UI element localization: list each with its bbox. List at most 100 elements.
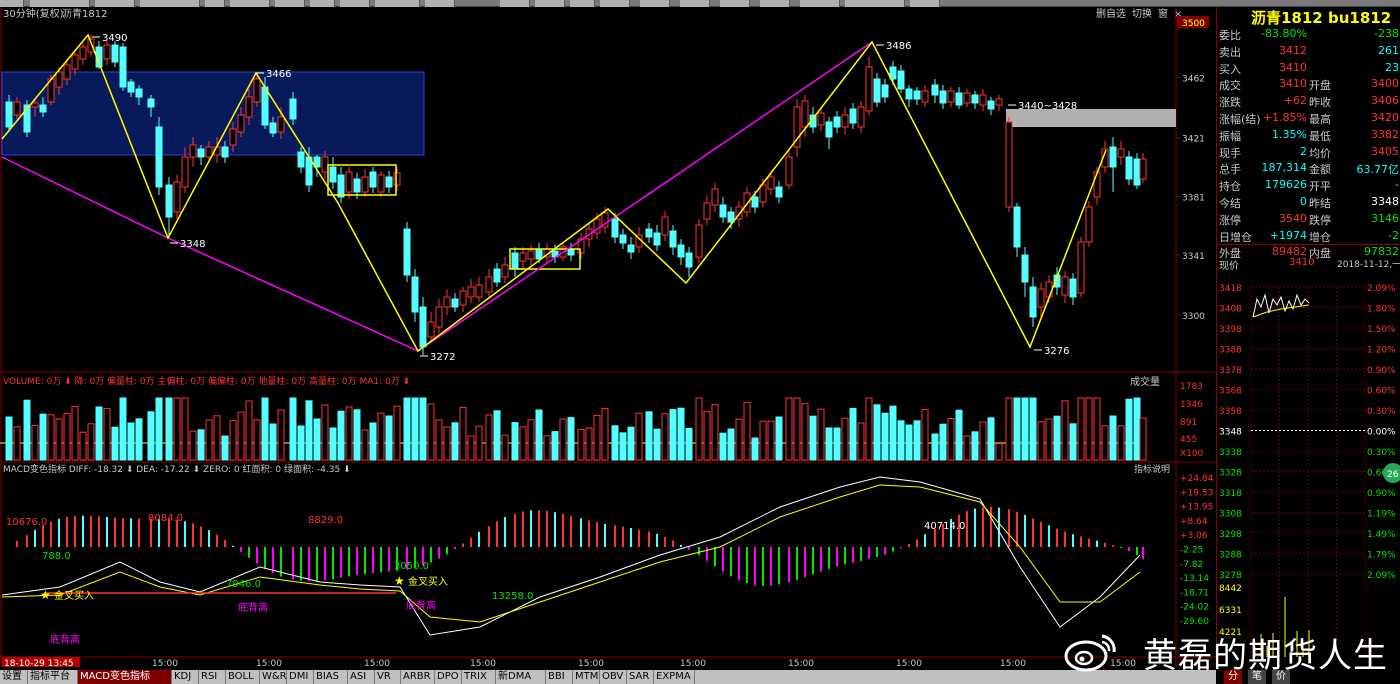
- toolbar-button[interactable]: [680, 0, 710, 7]
- indicator-tab-1[interactable]: 指标平台: [28, 670, 78, 684]
- toolbar-button[interactable]: [535, 0, 565, 7]
- volume-bar: [71, 405, 79, 461]
- quote-label: 开平: [1309, 180, 1331, 194]
- volume-bar: [979, 421, 987, 461]
- candle: [79, 46, 87, 60]
- indicator-tab-19[interactable]: EXPMA: [654, 670, 695, 684]
- quote-row: 持仓 179626 开平 -: [1217, 177, 1400, 193]
- indicator-tab-10[interactable]: VR: [375, 670, 401, 684]
- indicator-tab-17[interactable]: OBV: [600, 670, 627, 684]
- chart-window-button[interactable]: 切换: [1132, 7, 1152, 20]
- candle: [403, 228, 411, 276]
- candle: [467, 286, 475, 298]
- candle: [451, 298, 459, 308]
- panel-tab-2[interactable]: 价: [1272, 670, 1290, 684]
- volume-bar: [127, 422, 135, 461]
- toolbar-button[interactable]: [425, 0, 455, 7]
- quote-value: 3540: [1279, 211, 1307, 225]
- toolbar-button[interactable]: [140, 0, 200, 7]
- indicator-tab-5[interactable]: BOLL: [226, 670, 260, 684]
- quote-label: 持仓: [1219, 180, 1241, 194]
- indicator-tab-16[interactable]: MTM: [573, 670, 600, 684]
- indicator-tab-14[interactable]: 新DMA: [496, 670, 546, 684]
- indicator-tab-9[interactable]: ASI: [348, 670, 375, 684]
- candle: [419, 306, 427, 348]
- toolbar-button[interactable]: [570, 0, 595, 7]
- volume-bar: [881, 412, 889, 461]
- candle: [31, 102, 39, 108]
- macd-tick-label: -18.71: [1180, 588, 1209, 598]
- candle: [427, 321, 435, 338]
- toolbar-button[interactable]: [205, 0, 225, 7]
- indicator-tab-2[interactable]: MACD变色指标: [78, 670, 172, 684]
- toolbar-button[interactable]: [640, 0, 670, 7]
- chart-window-button[interactable]: 删自选: [1096, 7, 1126, 20]
- toolbar-button[interactable]: [760, 0, 790, 7]
- toolbar-button[interactable]: [910, 0, 940, 7]
- intraday-chart[interactable]: 3418 3408 3398 3388 3378 3368 3358 3348 3338 3328…: [1217, 277, 1400, 667]
- candle: [661, 216, 669, 236]
- quote-value: 3382: [1371, 127, 1399, 141]
- time-label: 15:00: [1000, 659, 1026, 667]
- toolbar-button[interactable]: [375, 0, 420, 7]
- kline-chart[interactable]: 30分钟(复权)沥青1812 删自选 切换窗 ×3500346234213381334…: [0, 7, 1216, 667]
- toolbar-button[interactable]: [310, 0, 335, 7]
- toolbar-button[interactable]: [845, 0, 905, 7]
- quote-label: 振幅: [1219, 129, 1241, 143]
- volume-tick-label: 455: [1180, 435, 1197, 445]
- candle: [817, 112, 825, 126]
- candle: [5, 101, 13, 128]
- quote-label: 开盘: [1309, 79, 1331, 93]
- toolbar-button[interactable]: [95, 0, 135, 7]
- indicator-tab-8[interactable]: BIAS: [314, 670, 348, 684]
- candle: [103, 44, 111, 60]
- toolbar-button[interactable]: [275, 0, 305, 7]
- indicator-tab-4[interactable]: RSI: [199, 670, 226, 684]
- toolbar-button[interactable]: [30, 0, 90, 7]
- volume-bar: [87, 423, 95, 461]
- chart-window-button[interactable]: 窗: [1158, 7, 1168, 20]
- candle: [527, 250, 535, 260]
- indicator-tab-18[interactable]: SAR: [627, 670, 654, 684]
- indicator-tab-6[interactable]: W&R: [260, 670, 287, 684]
- quote-label: 最高: [1309, 113, 1331, 126]
- macd-value-label: 10676.0: [6, 517, 47, 528]
- price-annotation: 3348: [180, 239, 205, 250]
- volume-button[interactable]: 成交量: [1130, 375, 1160, 388]
- volume-bar: [79, 431, 87, 461]
- volume-bar: [653, 428, 661, 461]
- toolbar-button[interactable]: [800, 0, 840, 7]
- candle: [751, 196, 759, 208]
- toolbar-button[interactable]: [230, 0, 270, 7]
- indicator-tab-11[interactable]: ARBR: [401, 670, 435, 684]
- volume-bar: [103, 407, 111, 461]
- time-label: 15:00: [256, 659, 282, 667]
- indicator-tab-3[interactable]: KDJ: [172, 670, 199, 684]
- toolbar-button[interactable]: [720, 0, 750, 7]
- indicator-tab-15[interactable]: BBI: [546, 670, 573, 684]
- toolbar-button[interactable]: [500, 0, 530, 7]
- panel-tab-1[interactable]: 笔: [1248, 670, 1266, 684]
- indicator-tab-0[interactable]: 设置: [0, 670, 28, 684]
- indicator-tab-13[interactable]: TRIX: [462, 670, 496, 684]
- top-toolbar: [0, 0, 1400, 7]
- panel-tab-0[interactable]: 分: [1224, 670, 1242, 684]
- intraday-tick: 3418: [1219, 284, 1242, 294]
- toolbar-button[interactable]: [600, 0, 630, 7]
- candle: [269, 122, 277, 134]
- volume-bar: [865, 397, 873, 461]
- time-label: 15:00: [896, 659, 922, 667]
- macd-explain-button[interactable]: 指标说明: [1134, 463, 1170, 475]
- indicator-tab-7[interactable]: DMI: [287, 670, 314, 684]
- volume-bar: [1029, 397, 1037, 461]
- volume-bar: [543, 435, 551, 461]
- quote-value: 2: [1300, 144, 1307, 158]
- quote-row: 日增仓 +1974 增仓 -2: [1217, 228, 1400, 244]
- volume-bar: [551, 431, 559, 461]
- toolbar-button[interactable]: [340, 0, 370, 7]
- candle: [1061, 276, 1069, 296]
- candle: [685, 252, 693, 268]
- toolbar-button[interactable]: [0, 0, 24, 7]
- indicator-tab-12[interactable]: DPO: [435, 670, 462, 684]
- candle: [155, 126, 163, 188]
